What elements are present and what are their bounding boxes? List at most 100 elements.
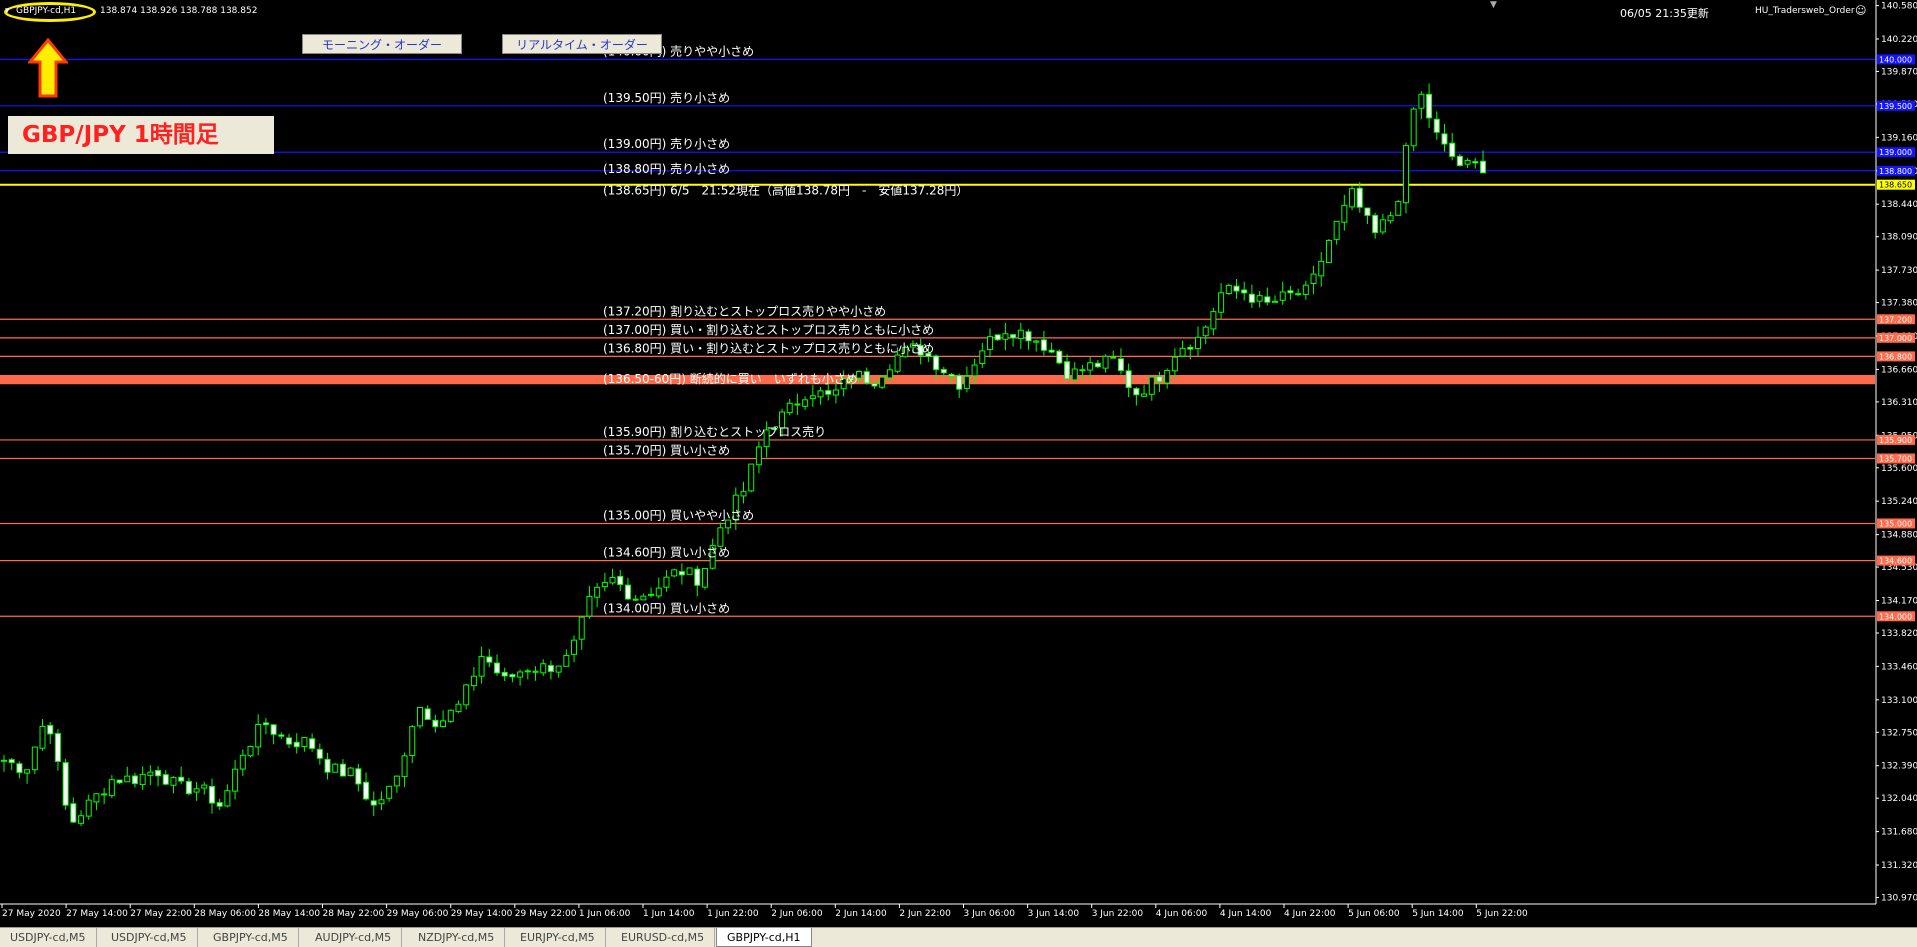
candle-body [1480, 160, 1486, 174]
candle-body [201, 784, 208, 789]
candle-body [101, 793, 108, 796]
candle-body [971, 364, 978, 377]
order-text: (134.60円) 買い小さめ [603, 546, 730, 560]
time-tick-label: 29 May 22:00 [515, 909, 577, 919]
morning-order-button[interactable]: モーニング・オーダー [302, 34, 462, 54]
time-tick-label: 4 Jun 14:00 [1220, 909, 1272, 919]
candle-body [370, 800, 377, 806]
candle-body [948, 373, 955, 377]
candle-body [131, 775, 138, 785]
candle-body [1218, 292, 1225, 313]
time-tick-label: 29 May 06:00 [387, 909, 449, 919]
candle-body [578, 616, 585, 640]
order-price-tag: 139.000 [1879, 148, 1912, 157]
candle-body [555, 665, 562, 673]
candle-body [1379, 219, 1386, 233]
time-tick-label: 27 May 22:00 [130, 909, 192, 919]
smiley-icon: ☺ [1855, 4, 1867, 17]
chart-area[interactable]: 140.580140.220139.870139.520139.160138.8… [0, 0, 1917, 947]
candle-body [640, 595, 647, 601]
candle-body [1017, 329, 1024, 340]
candle-body [1125, 370, 1132, 388]
price-tick-label: 137.730 [1881, 266, 1917, 276]
candle-body [108, 779, 115, 797]
chart-tab[interactable]: AUDJPY-cd,M5 [305, 928, 403, 947]
pair-timeframe-title: GBP/JPY 1時間足 [8, 116, 274, 154]
order-price-tag: 139.500 [1879, 102, 1912, 111]
candle-body [563, 654, 570, 667]
time-tick-label: 28 May 14:00 [258, 909, 320, 919]
candle-body [794, 403, 801, 406]
candle-body [486, 656, 493, 663]
candle-body [871, 382, 878, 387]
price-tick-label: 134.880 [1881, 531, 1917, 541]
candle-body [494, 662, 500, 674]
candle-body [540, 663, 547, 674]
candle-body [1233, 285, 1240, 292]
candle-body [1356, 187, 1363, 208]
order-text: (135.90円) 割り込むとストップロス売り [603, 424, 826, 439]
chart-tab[interactable]: EURJPY-cd,M5 [510, 928, 606, 947]
candle-body [54, 733, 61, 762]
candle-body [1387, 215, 1394, 222]
price-tick-label: 132.750 [1881, 728, 1917, 738]
order-text: (135.70円) 買い小さめ [603, 443, 730, 457]
candle-body [694, 568, 701, 586]
candle-body [1079, 369, 1086, 372]
price-chart[interactable]: 140.580140.220139.870139.520139.160138.8… [0, 0, 1917, 927]
candle-body [655, 587, 662, 597]
candle-body [1302, 284, 1309, 295]
candle-body [879, 376, 886, 388]
candle-body [1410, 108, 1417, 147]
order-price-tag: 135.000 [1879, 519, 1912, 528]
candle-body [339, 763, 346, 777]
order-price-tag: 136.800 [1879, 352, 1912, 361]
candle-body [416, 707, 423, 727]
candle-body [1426, 93, 1433, 119]
realtime-order-button[interactable]: リアルタイム・オーダー [502, 34, 662, 54]
time-tick-label: 2 Jun 06:00 [771, 909, 823, 919]
candle-body [1156, 376, 1163, 383]
candle-body [185, 781, 192, 795]
candle-body [678, 571, 685, 576]
candle-body [1164, 369, 1171, 384]
candle-body [1094, 362, 1101, 368]
candle-body [663, 576, 670, 588]
candle-body [116, 779, 123, 784]
candle-body [16, 763, 23, 773]
candle-body [401, 755, 408, 778]
chart-tab[interactable]: NZDJPY-cd,M5 [408, 928, 506, 947]
candle-body [501, 671, 508, 677]
chart-tab-active[interactable]: GBPJPY-cd,H1 [716, 928, 812, 947]
candle-body [1310, 273, 1317, 285]
chart-shift-marker-icon[interactable]: ▼ [1490, 0, 1497, 10]
order-text: (135.00円) 買いやや小さめ [603, 508, 754, 522]
candle-body [1456, 155, 1463, 167]
candle-body [1071, 368, 1078, 381]
candle-body [478, 655, 485, 677]
candle-body [817, 390, 824, 398]
chart-tab[interactable]: GBPJPY-cd,M5 [203, 928, 299, 947]
candle-body [39, 725, 46, 749]
candle-body [93, 793, 100, 803]
time-tick-label: 28 May 06:00 [194, 909, 256, 919]
price-tick-label: 130.970 [1881, 894, 1917, 904]
chart-tab[interactable]: EURUSD-cd,M5 [611, 928, 716, 947]
candle-body [671, 569, 678, 577]
candle-body [547, 665, 554, 672]
candle-body [802, 399, 809, 407]
candle-body [1279, 291, 1286, 301]
candle-body [1395, 201, 1402, 216]
candle-body [1418, 93, 1425, 109]
time-tick-label: 5 Jun 22:00 [1476, 909, 1528, 919]
chart-tab[interactable]: USDJPY-cd,M5 [101, 928, 198, 947]
chart-tab[interactable]: USDJPY-cd,M5 [0, 928, 97, 947]
symbol-timeframe-label: GBPJPY-cd,H1 [16, 6, 77, 16]
candle-body [316, 748, 323, 759]
time-tick-label: 27 May 2020 [2, 909, 61, 919]
candle-body [208, 785, 215, 804]
chart-menu-triangle-icon[interactable]: ▾ [5, 6, 10, 16]
order-price-tag: 135.700 [1879, 454, 1912, 463]
chart-tab-bar: USDJPY-cd,M5 USDJPY-cd,M5 GBPJPY-cd,M5 A… [0, 927, 1917, 947]
order-text: (139.00円) 売り小さめ [603, 136, 730, 151]
